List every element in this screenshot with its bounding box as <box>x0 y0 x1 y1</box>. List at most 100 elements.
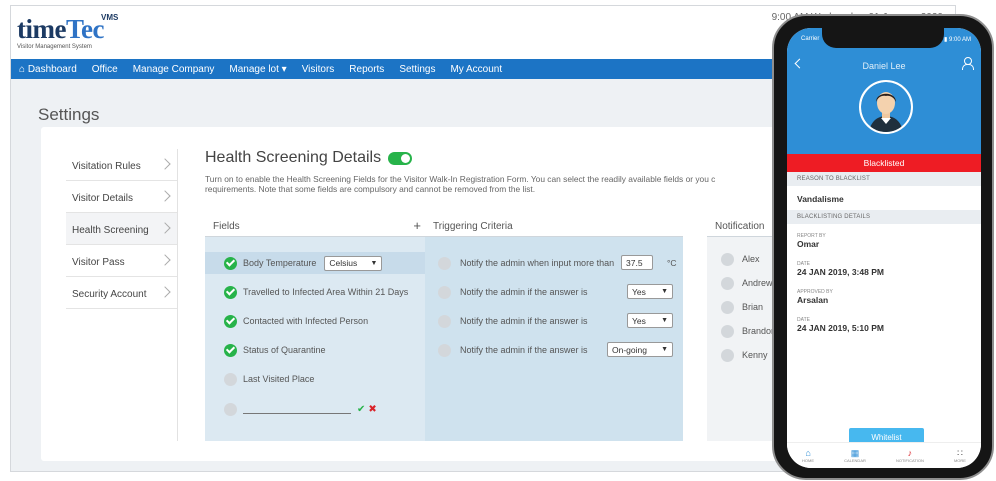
section-description: Turn on to enable the Health Screening F… <box>205 174 775 194</box>
nav-manage-lot[interactable]: Manage lot ▾ <box>229 64 286 75</box>
sidebar-item-visitation-rules[interactable]: Visitation Rules <box>66 149 177 181</box>
blacklisted-status-bar: Blacklisted <box>787 154 981 172</box>
person-circle-icon[interactable] <box>721 276 734 290</box>
sidebar-item-health-screening[interactable]: Health Screening <box>66 213 177 245</box>
sidebar-item-label: Health Screening <box>72 225 149 236</box>
nav-visitors[interactable]: Visitors <box>302 64 335 75</box>
field-label: Status of Quarantine <box>243 345 326 355</box>
home-icon: ⌂ <box>805 448 811 458</box>
criteria-circle-icon[interactable] <box>438 285 451 299</box>
select-value: On-going <box>612 344 647 355</box>
calendar-icon: ▦ <box>850 448 860 458</box>
sidebar-item-label: Visitor Pass <box>72 257 125 268</box>
detail-value: 24 JAN 2019, 3:48 PM <box>797 267 884 277</box>
description-line-1: Turn on to enable the Health Screening F… <box>205 174 716 184</box>
chevron-right-icon <box>159 286 171 298</box>
field-row-last-visited: Last Visited Place <box>205 368 314 390</box>
unchecked-circle-icon[interactable] <box>224 402 237 416</box>
detail-value: Arsalan <box>797 295 829 305</box>
section-title-text: Health Screening Details <box>205 149 382 166</box>
nav-settings[interactable]: Settings <box>399 64 435 75</box>
person-circle-icon[interactable] <box>721 324 734 338</box>
person-circle-icon[interactable] <box>721 348 734 362</box>
blacklist-reason: Vandalisme <box>797 194 844 204</box>
field-row-contacted: Contacted with Infected Person <box>205 310 368 332</box>
nav-office[interactable]: Office <box>92 64 118 75</box>
person-name: Kenny <box>742 350 768 360</box>
notify-person-kenny: Kenny <box>707 344 768 366</box>
select-value: Yes <box>632 286 646 297</box>
tab-notification[interactable]: ♪ NOTIFICATION <box>896 448 924 463</box>
fields-column: Fields + Body Temperature Celsius ▼ Travel… <box>205 217 425 441</box>
sidebar-item-label: Security Account <box>72 289 147 300</box>
nav-my-account[interactable]: My Account <box>450 64 502 75</box>
select-value: Yes <box>632 315 646 326</box>
nav-manage-company[interactable]: Manage Company <box>133 64 215 75</box>
user-icon[interactable] <box>962 57 974 70</box>
nav-reports[interactable]: Reports <box>349 64 384 75</box>
criteria-circle-icon[interactable] <box>438 256 451 270</box>
caret-down-icon: ▼ <box>661 317 668 324</box>
cancel-icon[interactable]: ✖ <box>368 404 376 415</box>
tab-label: NOTIFICATION <box>895 458 924 463</box>
add-field-button[interactable]: + <box>413 218 421 233</box>
answer-select-travelled[interactable]: Yes ▼ <box>627 284 673 299</box>
grid-icon: ∷ <box>957 448 963 458</box>
notify-person-brian: Brian <box>707 296 763 318</box>
check-circle-icon[interactable] <box>224 343 237 357</box>
field-label: Contacted with Infected Person <box>243 316 369 326</box>
timetec-logo[interactable]: timeTec VMS Visitor Management System <box>17 14 118 51</box>
sidebar-item-visitor-details[interactable]: Visitor Details <box>66 181 177 213</box>
criteria-column: Triggering Criteria Notify the admin whe… <box>425 217 683 441</box>
health-screening-toggle[interactable] <box>388 151 413 165</box>
criteria-label: Notify the admin if the answer is <box>460 287 588 297</box>
person-name: Alex <box>742 254 760 264</box>
status-right: ▮ ▮ 9:00 AM <box>939 37 971 43</box>
check-circle-icon[interactable] <box>224 256 237 270</box>
phone-mockup: Carrier ▮ ▮ 9:00 AM Daniel Lee Blacklist… <box>772 14 994 480</box>
confirm-icon[interactable]: ✔ <box>357 404 365 415</box>
notify-person-alex: Alex <box>707 248 760 270</box>
health-screening-header: Health Screening Details Turn on to enab… <box>205 149 715 194</box>
check-circle-icon[interactable] <box>224 285 237 299</box>
check-circle-icon[interactable] <box>224 314 237 328</box>
field-label: Travelled to Infected Area Within 21 Day… <box>243 287 409 297</box>
chevron-right-icon <box>159 254 171 266</box>
field-label: Body Temperature <box>243 258 317 268</box>
section-title: Health Screening Details <box>205 149 413 167</box>
tab-home[interactable]: ⌂ HOME <box>802 448 814 463</box>
temperature-threshold-input[interactable]: 37.5 <box>621 255 653 270</box>
tab-label: CALENDAR <box>844 458 866 463</box>
nav-dashboard-label: Dashboard <box>27 63 77 75</box>
detail-value: 24 JAN 2019, 5:10 PM <box>797 323 884 333</box>
sidebar-item-visitor-pass[interactable]: Visitor Pass <box>66 245 177 277</box>
answer-select-contacted[interactable]: Yes ▼ <box>627 313 673 328</box>
bell-icon: ♪ <box>907 448 913 458</box>
unchecked-circle-icon[interactable] <box>224 372 237 386</box>
logo-wordmark: timeTec <box>17 14 104 44</box>
criteria-circle-icon[interactable] <box>438 343 451 357</box>
criteria-circle-icon[interactable] <box>438 314 451 328</box>
phone-notch <box>822 28 944 48</box>
person-name: Andrew <box>742 278 773 288</box>
person-name: Brandon <box>742 326 777 336</box>
tab-calendar[interactable]: ▦ CALENDAR <box>844 448 866 463</box>
person-circle-icon[interactable] <box>721 300 734 314</box>
tab-more[interactable]: ∷ MORE <box>954 448 966 463</box>
field-row-travelled: Travelled to Infected Area Within 21 Day… <box>205 281 408 303</box>
reason-section-header: REASON TO BLACKLIST <box>787 172 981 186</box>
person-name: Brian <box>742 302 764 312</box>
criteria-row-travelled: Notify the admin if the answer is Yes ▼ <box>425 281 683 303</box>
new-field-input[interactable] <box>243 404 351 414</box>
fields-header-label: Fields <box>213 221 240 232</box>
sidebar-item-security-account[interactable]: Security Account <box>66 277 177 309</box>
detail-value: Omar <box>797 239 820 249</box>
field-label: Last Visited Place <box>243 374 315 384</box>
temperature-unit-select[interactable]: Celsius ▼ <box>324 255 383 271</box>
criteria-label: Notify the admin when input more than <box>460 258 615 268</box>
field-row-new: ✔ ✖ <box>205 398 377 420</box>
answer-select-quarantine[interactable]: On-going ▼ <box>607 342 673 357</box>
person-circle-icon[interactable] <box>721 252 734 266</box>
page-title: Settings <box>38 105 100 124</box>
nav-dashboard[interactable]: ⌂ Dashboard <box>19 64 77 75</box>
